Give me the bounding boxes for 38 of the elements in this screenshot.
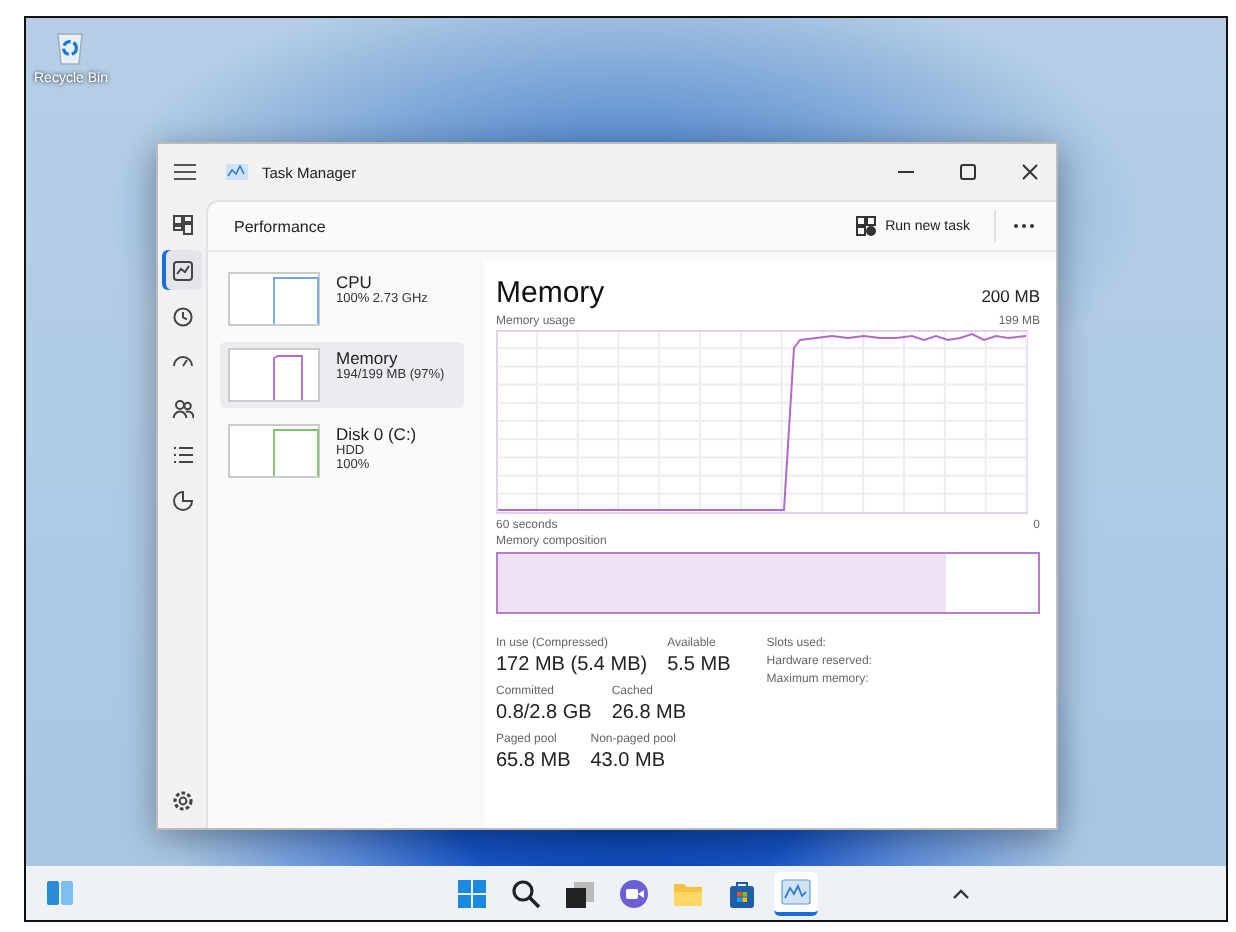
clock-icon xyxy=(171,305,193,327)
stat-value: 5.5 MB xyxy=(667,654,731,676)
recycle-bin-icon[interactable] xyxy=(54,30,87,66)
chart-icon xyxy=(171,259,193,281)
nav-tab[interactable] xyxy=(162,250,202,290)
pie-icon xyxy=(171,489,193,511)
close-icon[interactable] xyxy=(1020,162,1040,182)
device-name: Disk 0 (C:) xyxy=(336,424,417,444)
stat-value: 43.0 MB xyxy=(590,750,667,772)
store-bag-icon xyxy=(726,877,758,909)
chart-icon xyxy=(780,875,812,907)
stat-value: 26.8 MB xyxy=(611,702,687,724)
stacked-squares-icon xyxy=(564,877,596,909)
widgets-icon[interactable] xyxy=(46,880,74,906)
memory-capacity: 200 MB xyxy=(981,286,1040,306)
maximize-icon[interactable] xyxy=(958,162,978,182)
stat-value: 0.8/2.8 GB xyxy=(496,702,592,724)
users-icon xyxy=(171,397,193,419)
page-title: Performance xyxy=(234,217,326,235)
windows-logo xyxy=(456,877,488,909)
chevron-up-icon[interactable] xyxy=(952,887,970,899)
device-graph-thumbnail xyxy=(228,272,320,326)
stat-value: 65.8 MB xyxy=(496,750,571,772)
device-graph-thumbnail xyxy=(228,424,320,478)
device-graph-thumbnail xyxy=(228,348,320,402)
chart-icon xyxy=(226,164,248,180)
stat-value: 172 MB (5.4 MB) xyxy=(496,654,648,676)
device-name: CPU xyxy=(336,272,374,292)
video-chat-icon xyxy=(618,877,650,909)
settings-icon[interactable] xyxy=(171,790,193,812)
run-task-icon xyxy=(855,216,876,236)
menu-icon[interactable] xyxy=(174,164,196,180)
grid-icon xyxy=(171,213,193,235)
list-icon xyxy=(171,443,193,465)
panel-title: Memory xyxy=(496,276,605,310)
more-options-icon[interactable] xyxy=(1012,222,1036,230)
device-name: Memory xyxy=(336,348,400,368)
search-icon xyxy=(510,877,542,909)
